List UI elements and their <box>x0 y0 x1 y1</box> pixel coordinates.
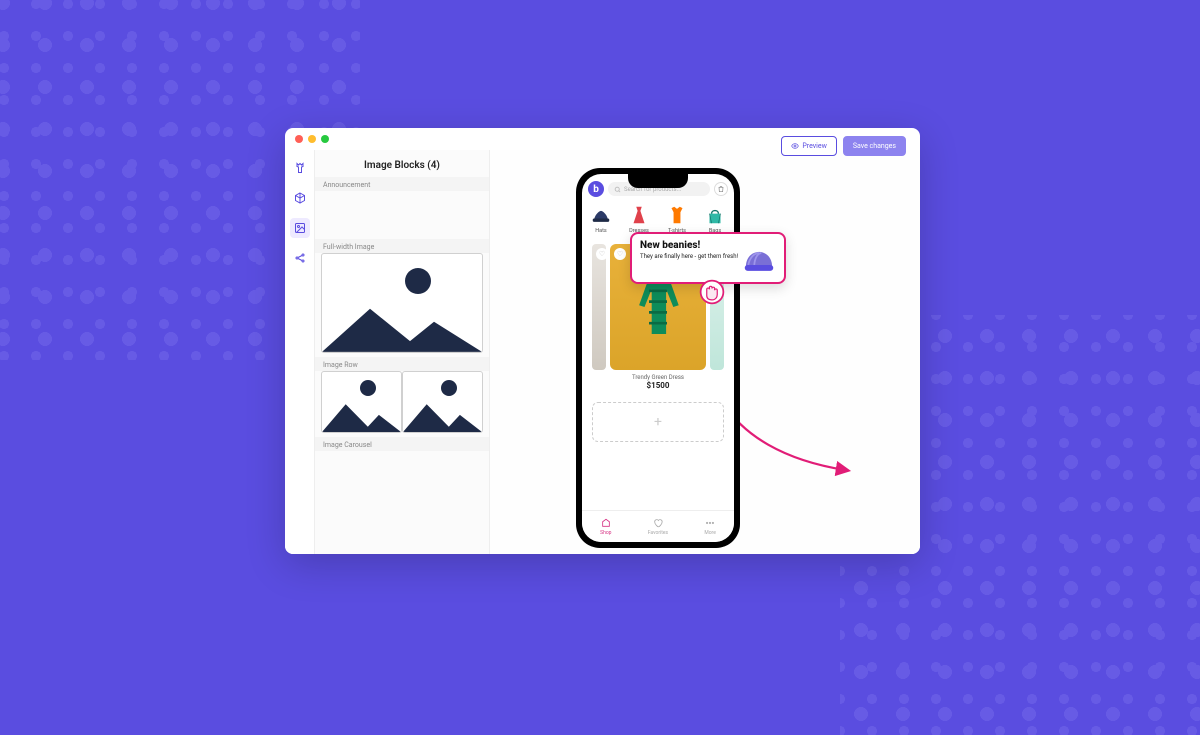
icon-rail <box>285 150 315 554</box>
section-label-imagerow: Image Row <box>315 357 489 371</box>
tab-more[interactable]: More <box>704 518 716 536</box>
section-label-carousel: Image Carousel <box>315 437 489 451</box>
category-hats[interactable]: Hats <box>590 204 612 234</box>
plus-icon: + <box>654 414 662 430</box>
editor-window: Preview Save changes Image Blocks (4) An… <box>285 128 920 554</box>
grab-cursor-icon <box>698 278 726 306</box>
rail-package-icon[interactable] <box>290 188 310 208</box>
tab-label: Favorites <box>648 530 668 536</box>
announcement-block-source[interactable] <box>315 191 489 239</box>
close-icon[interactable] <box>295 135 303 143</box>
app-logo-icon: b <box>588 181 604 197</box>
blocks-panel-title: Image Blocks (4) <box>315 150 489 177</box>
image-placeholder-icon <box>321 371 402 433</box>
section-label-fullwidth: Full-width Image <box>315 239 489 253</box>
category-label: Hats <box>595 228 607 234</box>
tab-favorites[interactable]: Favorites <box>648 518 668 536</box>
dragged-announcement-card[interactable]: New beanies! They are finally here - get… <box>630 232 786 284</box>
tabbar: Shop Favorites More <box>582 510 734 542</box>
dropzone[interactable]: + <box>592 402 724 442</box>
rail-apparel-icon[interactable] <box>290 158 310 178</box>
save-button[interactable]: Save changes <box>843 136 906 156</box>
tab-shop[interactable]: Shop <box>600 518 611 536</box>
imagerow-block-source[interactable] <box>315 371 489 437</box>
product-meta: Trendy Green Dress $1500 <box>582 370 734 394</box>
preview-button[interactable]: Preview <box>781 136 836 156</box>
favorite-icon[interactable]: ♡ <box>614 248 626 260</box>
category-bags[interactable]: Bags <box>704 204 726 234</box>
save-button-label: Save changes <box>853 142 896 150</box>
minimize-icon[interactable] <box>308 135 316 143</box>
blocks-panel: Image Blocks (4) Announcement Full-width… <box>315 150 490 554</box>
prev-product-peek[interactable]: ♡ <box>592 244 606 370</box>
preview-button-label: Preview <box>802 142 826 150</box>
tab-label: More <box>704 530 716 536</box>
product-price: $1500 <box>582 381 734 390</box>
rail-image-icon[interactable] <box>290 218 310 238</box>
product-name: Trendy Green Dress <box>582 374 734 381</box>
phone-preview: b Search for products... Hats <box>576 168 740 548</box>
rail-share-icon[interactable] <box>290 248 310 268</box>
section-label-announcement: Announcement <box>315 177 489 191</box>
phone-notch <box>628 174 688 188</box>
image-placeholder-icon <box>402 371 483 433</box>
category-tshirts[interactable]: T-shirts <box>666 204 688 234</box>
category-dresses[interactable]: Dresses <box>628 204 650 234</box>
maximize-icon[interactable] <box>321 135 329 143</box>
header-actions: Preview Save changes <box>781 136 906 156</box>
tab-label: Shop <box>600 530 611 536</box>
image-placeholder-icon <box>321 253 483 353</box>
beanie-icon <box>740 240 778 278</box>
favorite-icon[interactable]: ♡ <box>596 248 608 260</box>
cart-icon[interactable] <box>714 182 728 196</box>
fullwidth-block-source[interactable] <box>315 253 489 357</box>
